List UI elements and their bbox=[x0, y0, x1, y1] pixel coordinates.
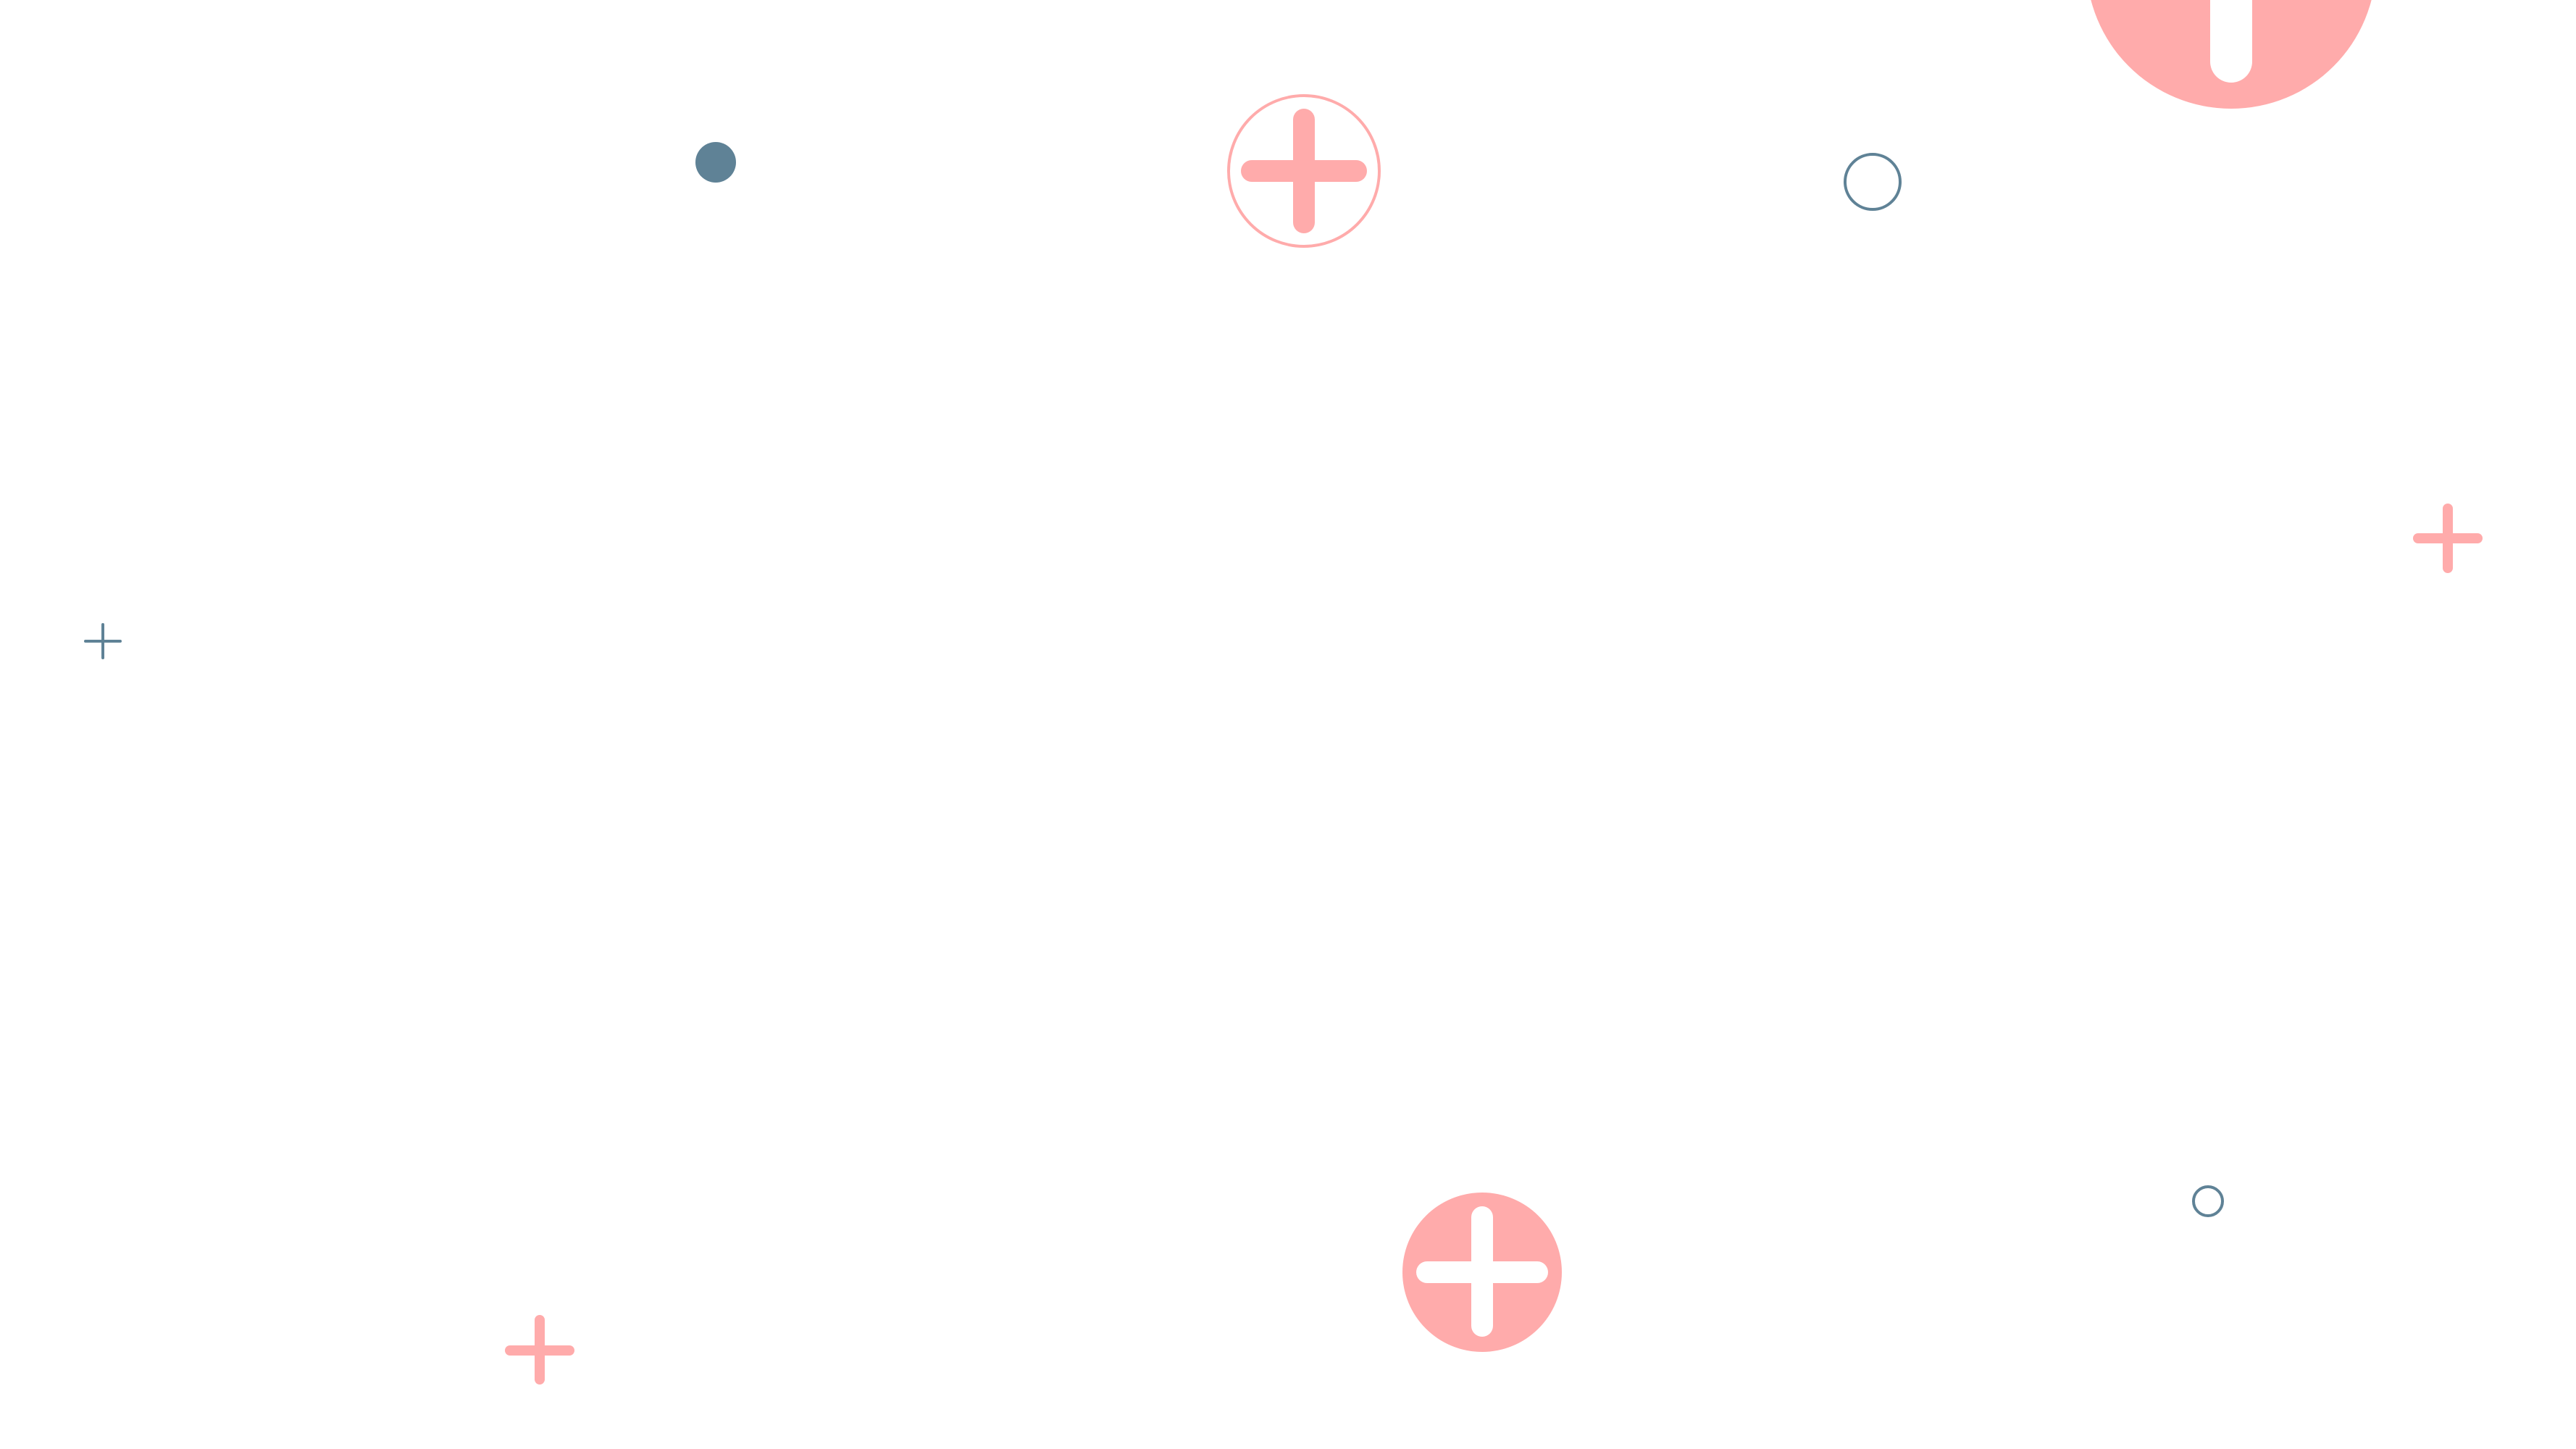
background-fill bbox=[0, 0, 2576, 1449]
filled-plus-circle-icon bbox=[1402, 1193, 1562, 1352]
decorative-background bbox=[0, 0, 2576, 1449]
slate-dot-icon bbox=[695, 142, 736, 183]
outlined-plus-circle-icon bbox=[1227, 94, 1381, 248]
